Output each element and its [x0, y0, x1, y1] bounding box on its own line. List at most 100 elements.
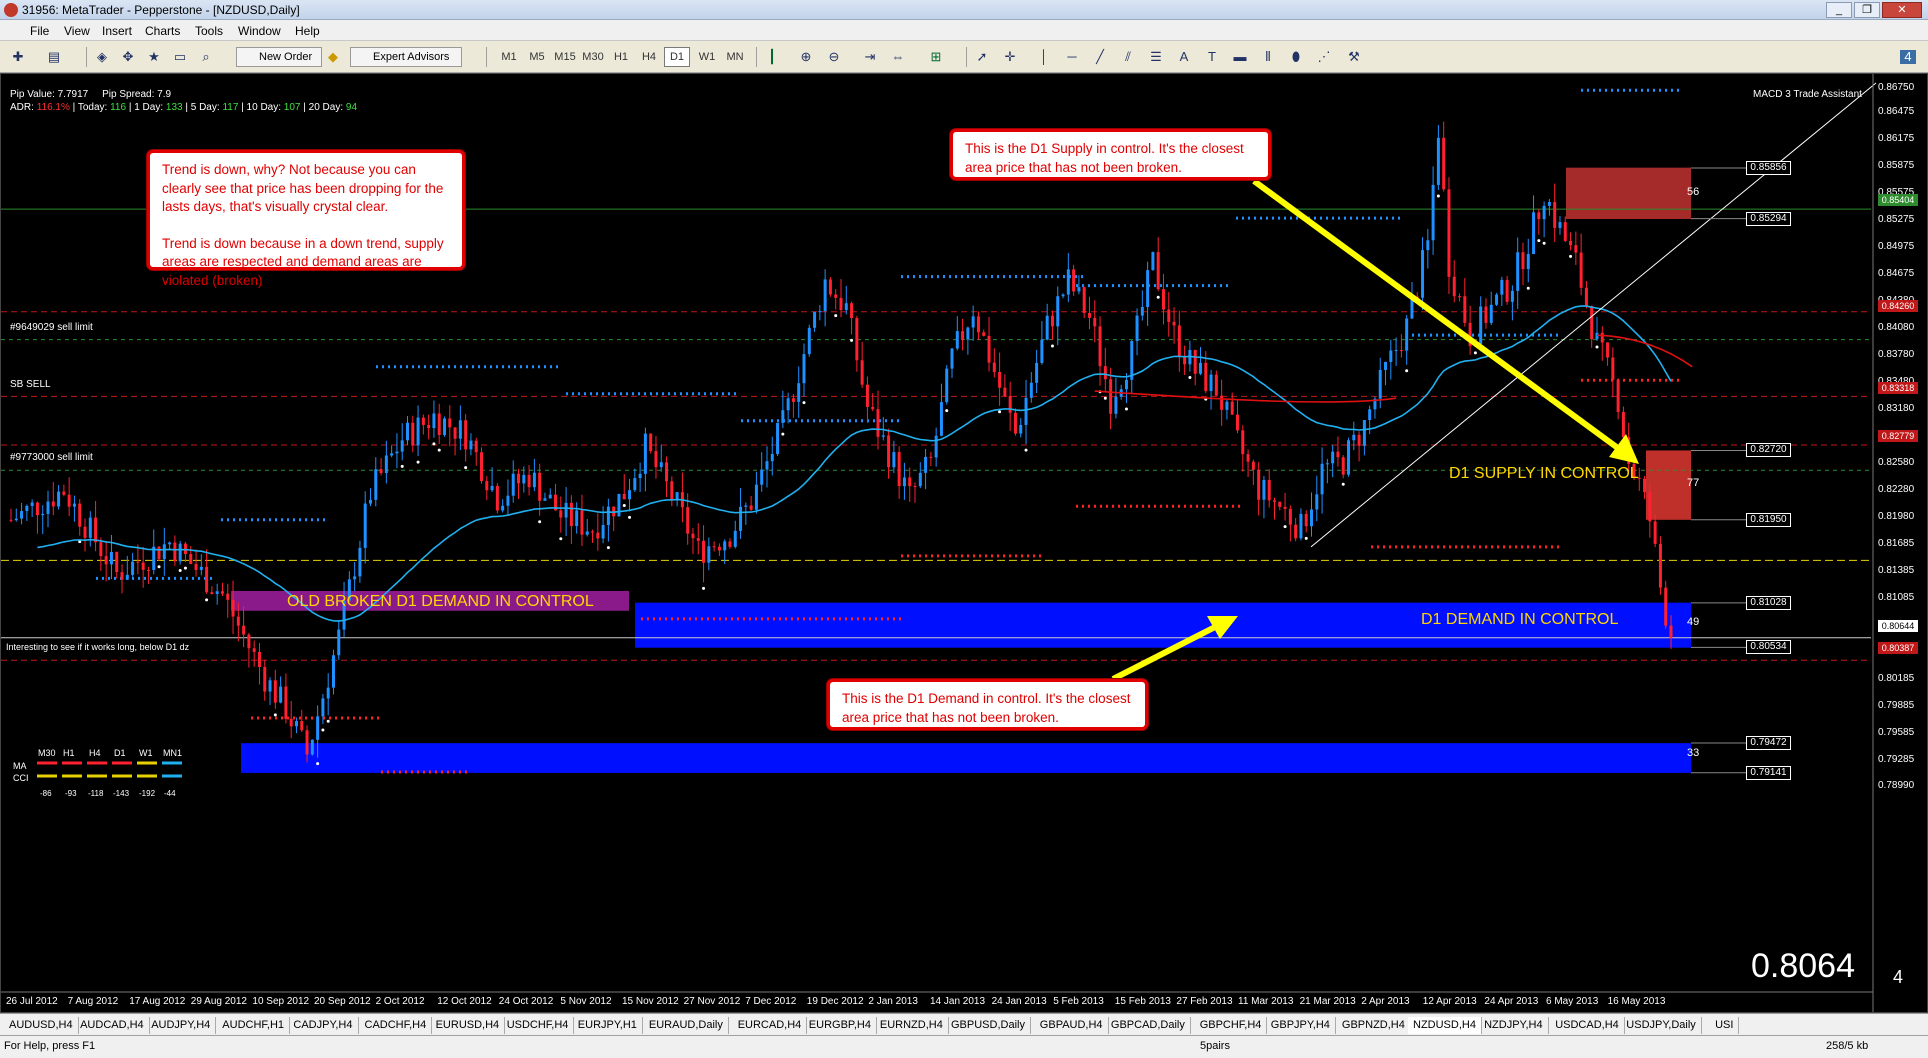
bear-candle: [1288, 508, 1292, 525]
rectangle-icon[interactable]: ▬: [1232, 50, 1248, 64]
chart-tab[interactable]: AUDCHF,H1: [217, 1017, 291, 1034]
bull-candle: [268, 680, 272, 692]
fractal-dot: [945, 409, 949, 413]
crosshair-icon[interactable]: ✛: [1002, 50, 1018, 64]
text-label-icon[interactable]: T: [1204, 50, 1220, 64]
bear-candle: [1294, 524, 1298, 539]
bull-candle: [1542, 205, 1546, 220]
indicators-icon[interactable]: ⊞: [928, 50, 944, 64]
chart-tab[interactable]: GBPNZD,H4: [1337, 1017, 1411, 1034]
bear-candle: [1611, 357, 1615, 380]
chart-window[interactable]: Pip Value: 7.7917 Pip Spread: 7.9 ADR: 1…: [0, 73, 1928, 1013]
timeframe-mn[interactable]: MN: [722, 47, 748, 67]
expert-advisors-button[interactable]: Expert Advisors: [350, 47, 462, 67]
chart-tab[interactable]: NZDUSD,H4: [1408, 1017, 1482, 1034]
profiles-icon[interactable]: ▤: [46, 50, 62, 64]
fractal-dot: [559, 537, 563, 541]
maximize-button[interactable]: ❐: [1854, 2, 1880, 18]
vertical-line-icon[interactable]: │: [1036, 50, 1052, 64]
chart-tab[interactable]: GBPCHF,H4: [1195, 1017, 1268, 1034]
ellipse-icon[interactable]: ⬮: [1288, 50, 1304, 64]
new-chart-icon[interactable]: ✚: [10, 50, 26, 64]
menu-window[interactable]: Window: [238, 24, 281, 38]
close-button[interactable]: ✕: [1882, 2, 1922, 18]
timeframe-d1[interactable]: D1: [664, 47, 690, 67]
bull-candle: [797, 383, 801, 402]
price-scale-tick: 0.81085: [1878, 591, 1915, 603]
chart-tab[interactable]: GBPUSD,Daily: [946, 1017, 1031, 1034]
bear-candle: [887, 435, 891, 468]
bull-candle: [178, 543, 182, 562]
chart-tab[interactable]: CADCHF,H4: [360, 1017, 433, 1034]
menu-file[interactable]: File: [30, 24, 49, 38]
cursor-icon[interactable]: ➚: [974, 50, 990, 64]
favorites-icon[interactable]: ★: [146, 50, 162, 64]
chart-tab[interactable]: NZDJPY,H4: [1479, 1017, 1549, 1034]
timeframe-m30[interactable]: M30: [580, 47, 606, 67]
menu-tools[interactable]: Tools: [195, 24, 223, 38]
chart-tab[interactable]: EURGBP,H4: [804, 1017, 877, 1034]
auto-scroll-icon[interactable]: ⇔: [890, 50, 906, 64]
chart-shift-icon[interactable]: ⇥: [862, 50, 878, 64]
sb-sell-label: SB SELL: [10, 379, 51, 390]
timeframe-w1[interactable]: W1: [694, 47, 720, 67]
bull-candle: [432, 413, 436, 429]
chart-tab[interactable]: USDJPY,Daily: [1621, 1017, 1702, 1034]
horizontal-line-icon[interactable]: ─: [1064, 50, 1080, 64]
chart-tab[interactable]: CADJPY,H4: [288, 1017, 359, 1034]
metaeditor-icon[interactable]: ◆: [325, 50, 341, 64]
bear-candle: [464, 420, 468, 450]
market-watch-icon[interactable]: ◈: [94, 50, 110, 64]
chart-tab[interactable]: EURNZD,H4: [875, 1017, 949, 1034]
chart-tab[interactable]: USDCAD,H4: [1550, 1017, 1625, 1034]
menu-view[interactable]: View: [64, 24, 90, 38]
cycle-lines-icon[interactable]: ⦀: [1260, 50, 1276, 64]
channel-icon[interactable]: ⫽: [1120, 50, 1136, 64]
trendline-icon[interactable]: ╱: [1092, 50, 1108, 64]
bull-candle: [1040, 339, 1044, 363]
bull-candle: [400, 440, 404, 452]
timeframe-m5[interactable]: M5: [524, 47, 550, 67]
timeframe-h1[interactable]: H1: [608, 47, 634, 67]
fibonacci-icon[interactable]: ☰: [1148, 50, 1164, 64]
fan-icon[interactable]: ⋰: [1316, 50, 1332, 64]
chart-tab[interactable]: GBPCAD,Daily: [1106, 1017, 1191, 1034]
timeframe-m1[interactable]: M1: [496, 47, 522, 67]
chart-tab[interactable]: GBPAUD,H4: [1035, 1017, 1109, 1034]
new-order-button[interactable]: New Order: [236, 47, 322, 67]
minimize-button[interactable]: _: [1826, 2, 1852, 18]
bull-candle: [1135, 315, 1139, 342]
chart-tab[interactable]: AUDJPY,H4: [146, 1017, 217, 1034]
help-icon[interactable]: 4: [1900, 50, 1916, 64]
navigator-icon[interactable]: ✥: [120, 50, 136, 64]
bear-candle: [696, 538, 700, 541]
bull-candle: [363, 503, 367, 548]
zoom-out-icon[interactable]: ⊖: [826, 50, 842, 64]
bear-candle: [976, 316, 980, 333]
bull-candle: [501, 505, 505, 511]
terminal-icon[interactable]: ▭: [172, 50, 188, 64]
chart-tab[interactable]: GBPJPY,H4: [1266, 1017, 1336, 1034]
date-tick: 15 Nov 2012: [622, 996, 679, 1007]
chart-tab[interactable]: EURCAD,H4: [733, 1017, 808, 1034]
chart-tab[interactable]: EURJPY,H1: [573, 1017, 643, 1034]
menu-charts[interactable]: Charts: [145, 24, 180, 38]
menu-insert[interactable]: Insert: [102, 24, 132, 38]
chart-tab[interactable]: USI: [1710, 1017, 1740, 1034]
more-tools-icon[interactable]: ⚒: [1346, 50, 1362, 64]
chart-tab[interactable]: AUDUSD,H4: [4, 1017, 79, 1034]
strategy-tester-icon[interactable]: ⌕: [198, 50, 214, 64]
menu-help[interactable]: Help: [295, 24, 320, 38]
chart-tab[interactable]: EURUSD,H4: [431, 1017, 506, 1034]
timeframe-m15[interactable]: M15: [552, 47, 578, 67]
window-title: 31956: MetaTrader - Pepperstone - [NZDUS…: [22, 3, 300, 17]
bar-chart-icon[interactable]: ┃: [764, 50, 780, 64]
chart-tab[interactable]: EURAUD,Daily: [644, 1017, 729, 1034]
timeframe-h4[interactable]: H4: [636, 47, 662, 67]
supply-callout: This is the D1 Supply in control. It's t…: [950, 129, 1271, 180]
zoom-in-icon[interactable]: ⊕: [798, 50, 814, 64]
chart-tab[interactable]: USDCHF,H4: [502, 1017, 575, 1034]
text-a-icon[interactable]: A: [1176, 50, 1192, 64]
pip-spread: Pip Spread: 7.9: [102, 89, 172, 100]
chart-tab[interactable]: AUDCAD,H4: [75, 1017, 150, 1034]
